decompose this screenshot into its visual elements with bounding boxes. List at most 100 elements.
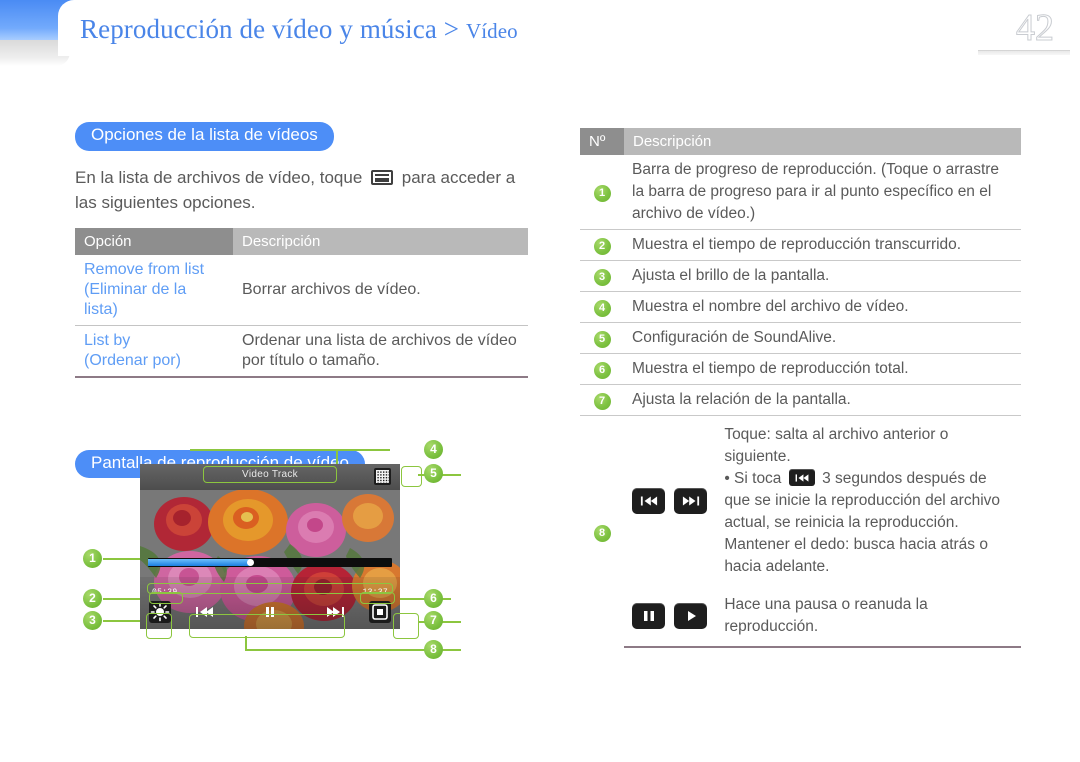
table-row: Remove from list (Eliminar de la lista) …: [75, 254, 528, 326]
playpause-description: Hace una pausa o reanuda la reproducción…: [724, 596, 928, 635]
intro-paragraph: En la lista de archivos de vídeo, toque …: [75, 165, 530, 216]
callout-8: 8: [424, 640, 443, 659]
play-icon[interactable]: [674, 603, 708, 629]
option-cell: List by (Ordenar por): [75, 325, 233, 378]
row-description: Toque: salta al archivo anterior o sigui…: [624, 416, 1021, 587]
breadcrumb: Reproducción de vídeo y música > Vídeo: [80, 14, 518, 45]
number-badge: 8: [593, 524, 611, 542]
highlight-soundalive: [401, 466, 422, 487]
leader-line-8-up: [245, 636, 247, 650]
callout-5: 5: [424, 464, 443, 483]
row-description: Muestra el tiempo de reproducción total.: [624, 353, 1021, 385]
video-list-options-table: Opción Descripción Remove from list (Eli…: [75, 227, 528, 378]
page-number-rule: [978, 50, 1070, 55]
breadcrumb-current: Vídeo: [465, 19, 518, 43]
row-number: 7: [580, 384, 624, 416]
row-description: Configuración de SoundAlive.: [624, 322, 1021, 354]
option-cell: Remove from list (Eliminar de la lista): [75, 254, 233, 326]
highlight-elapsed: [149, 592, 183, 604]
table-row: 1 Barra de progreso de reproducción. (To…: [580, 155, 1021, 230]
callout-description-table: Nº Descripción 1 Barra de progreso de re…: [580, 128, 1021, 648]
row-description: Ajusta la relación de la pantalla.: [624, 384, 1021, 416]
row-number: 1: [580, 155, 624, 230]
option-label-es: (Ordenar por): [84, 351, 181, 369]
phone-screen: Video Track 05:39 13:37: [140, 464, 400, 629]
table-header-row: Nº Descripción: [580, 128, 1021, 155]
callout-2: 2: [83, 589, 102, 608]
highlight-transport: [189, 614, 345, 638]
screen-ratio-icon[interactable]: [369, 601, 391, 623]
highlight-total: [360, 592, 395, 604]
number-badge: 5: [593, 331, 611, 348]
intro-text-before: En la lista de archivos de vídeo, toque: [75, 167, 363, 187]
leader-line-4: [190, 449, 390, 451]
table-row: List by (Ordenar por) Ordenar una lista …: [75, 325, 528, 378]
skip-buttons-group: [632, 488, 712, 514]
pause-icon[interactable]: [632, 603, 665, 629]
breadcrumb-main: Reproducción de vídeo y música >: [80, 14, 466, 44]
highlight-video-title: [203, 466, 337, 483]
menu-list-icon: [371, 169, 394, 185]
number-badge: 1: [593, 185, 611, 202]
section-heading-video-list-options: Opciones de la lista de vídeos: [75, 122, 334, 151]
callout-1: 1: [83, 549, 102, 568]
callout-3: 3: [83, 611, 102, 630]
table-header-row: Opción Descripción: [75, 227, 528, 255]
right-column: Nº Descripción 1 Barra de progreso de re…: [580, 128, 1021, 648]
table-row: 6 Muestra el tiempo de reproducción tota…: [580, 353, 1021, 385]
description-cell: Ordenar una lista de archivos de vídeo p…: [233, 325, 528, 378]
column-header-number: Nº: [580, 128, 624, 155]
highlight-ratio: [393, 613, 419, 639]
option-label-en: List by: [84, 331, 131, 349]
page-header: Reproducción de vídeo y música > Vídeo 4…: [0, 0, 1080, 72]
progress-bar[interactable]: [148, 558, 392, 567]
row-number: 2: [580, 229, 624, 261]
left-column: Opciones de la lista de vídeos En la lis…: [75, 122, 540, 479]
table-row: 2 Muestra el tiempo de reproducción tran…: [580, 229, 1021, 261]
row-description: Muestra el nombre del archivo de vídeo.: [624, 291, 1021, 323]
table-row: 8 Toque: salta al archivo anterior o sig…: [580, 416, 1021, 587]
column-header-option: Opción: [75, 227, 233, 255]
previous-track-icon[interactable]: [632, 488, 665, 514]
skip-line-3: Mantener el dedo: busca hacia atrás o ha…: [724, 536, 988, 575]
column-header-description: Descripción: [624, 128, 1021, 155]
callout-6: 6: [424, 589, 443, 608]
row-number: 6: [580, 353, 624, 385]
leader-line-3: [103, 620, 145, 622]
page-number: 42: [1016, 7, 1055, 50]
row-number: 3: [580, 260, 624, 292]
row-description: Ajusta el brillo de la pantalla.: [624, 260, 1021, 292]
progress-fill: [148, 559, 251, 566]
number-badge: 3: [593, 269, 611, 286]
number-badge: 7: [593, 393, 611, 410]
highlight-brightness: [146, 613, 172, 639]
option-label-en: Remove from list: [84, 260, 205, 278]
column-header-description: Descripción: [233, 227, 528, 255]
skip-bullet-before: • Si toca: [724, 470, 782, 487]
number-badge: 2: [593, 238, 611, 255]
row-number: 5: [580, 322, 624, 354]
option-label-es: (Eliminar de la lista): [84, 280, 187, 318]
video-player-figure: Video Track 05:39 13:37 4 5 1 2 3 6 7 8: [75, 440, 475, 665]
previous-track-icon-inline[interactable]: [788, 469, 815, 486]
playpause-buttons-group: [632, 603, 712, 629]
row-description: Barra de progreso de reproducción. (Toqu…: [624, 155, 1021, 230]
skip-bullet: • Si toca 3 segundos después de que se i…: [724, 468, 1013, 534]
highlight-progress: [147, 583, 393, 594]
number-badge: 6: [593, 362, 611, 379]
number-badge: 4: [593, 300, 611, 317]
row-number: 8: [580, 416, 624, 648]
row-description: Muestra el tiempo de reproducción transc…: [624, 229, 1021, 261]
description-cell: Borrar archivos de vídeo.: [233, 254, 528, 326]
callout-7: 7: [424, 611, 443, 630]
table-row: 3 Ajusta el brillo de la pantalla.: [580, 260, 1021, 292]
skip-line-1: Toque: salta al archivo anterior o sigui…: [724, 426, 949, 465]
next-track-icon[interactable]: [674, 488, 708, 514]
table-row: 4 Muestra el nombre del archivo de vídeo…: [580, 291, 1021, 323]
table-row: 7 Ajusta la relación de la pantalla.: [580, 384, 1021, 416]
row-number: 4: [580, 291, 624, 323]
row-description: Hace una pausa o reanuda la reproducción…: [624, 586, 1021, 648]
callout-4: 4: [424, 440, 443, 459]
table-row: 5 Configuración de SoundAlive.: [580, 322, 1021, 354]
soundalive-icon[interactable]: [374, 468, 391, 485]
